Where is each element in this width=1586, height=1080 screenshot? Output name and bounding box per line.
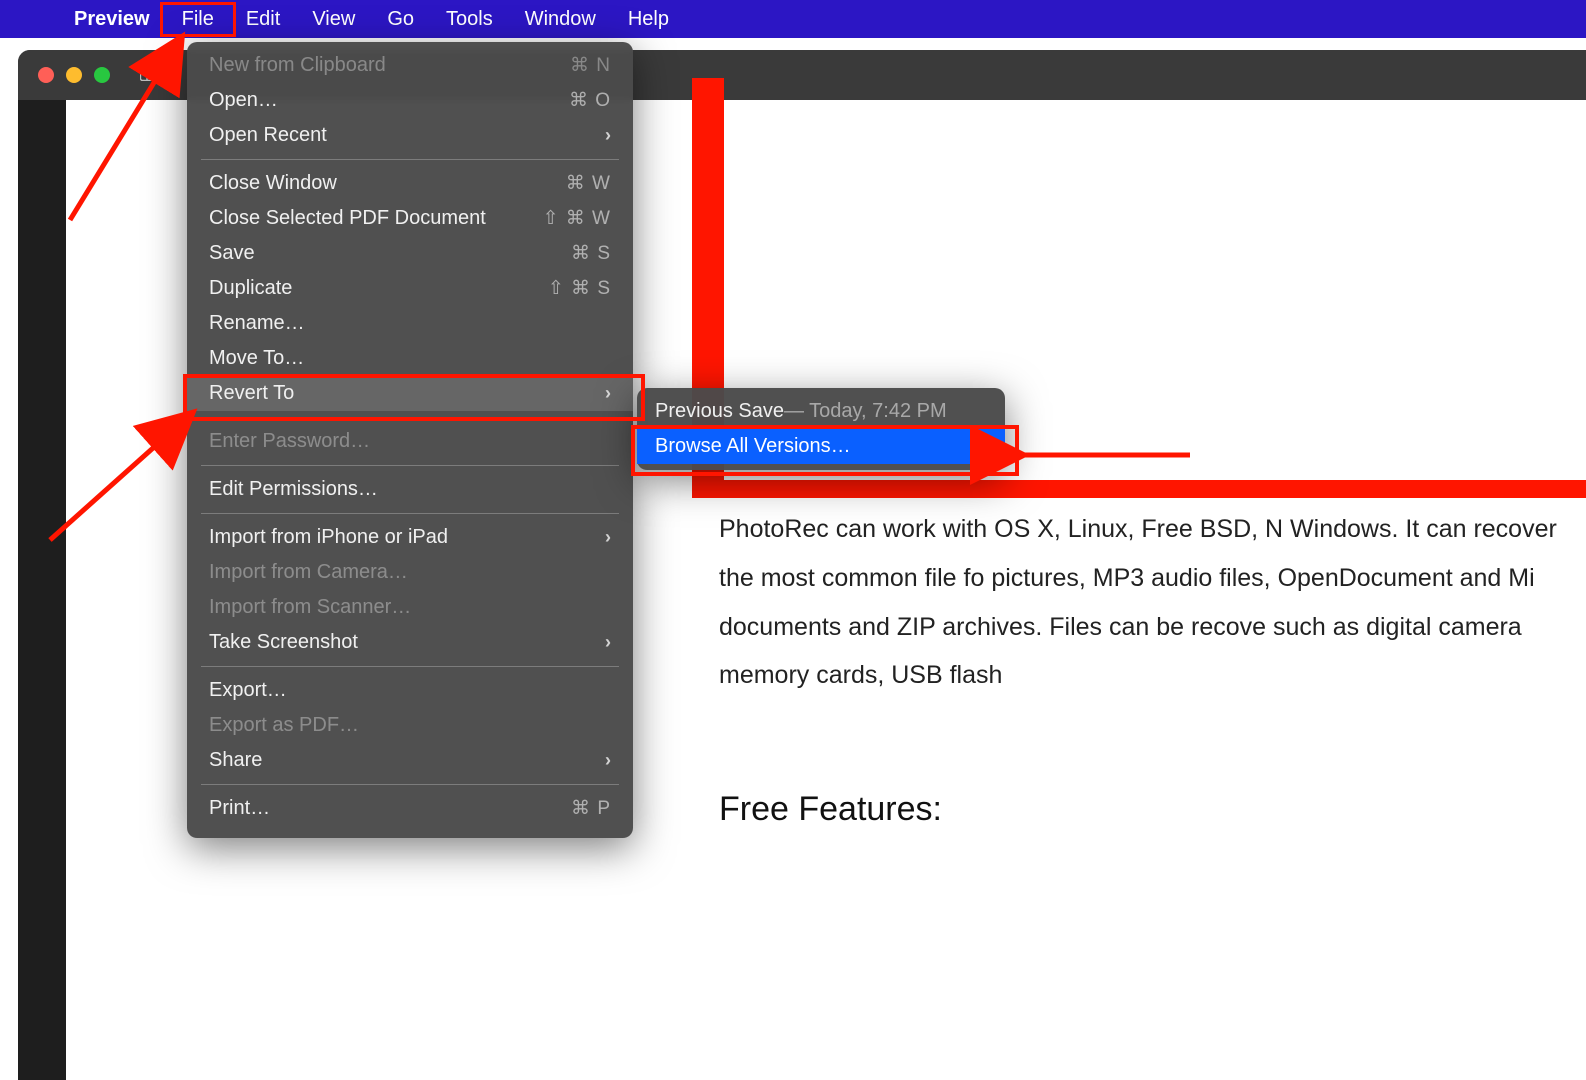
menu-view[interactable]: View: [296, 2, 371, 37]
menu-separator: [201, 465, 619, 466]
menu-item-label: Revert To: [209, 382, 294, 405]
menu-item-close-selected-pdf-document[interactable]: Close Selected PDF Document ⇧ ⌘ W: [187, 201, 633, 236]
chevron-right-icon: ›: [605, 750, 611, 771]
menu-item-shortcut: ⌘ O: [569, 89, 611, 112]
menu-go[interactable]: Go: [371, 2, 430, 37]
menu-item-revert-to[interactable]: Revert To ›: [187, 376, 633, 411]
document-heading: Free Features:: [719, 790, 942, 829]
revert-to-submenu: Previous Save — Today, 7:42 PM Browse Al…: [637, 388, 1005, 470]
menu-item-duplicate[interactable]: Duplicate ⇧ ⌘ S: [187, 271, 633, 306]
menu-item-share[interactable]: Share ›: [187, 743, 633, 778]
menu-item-label: Import from Camera…: [209, 561, 408, 584]
menu-item-shortcut: ⌘ P: [571, 797, 611, 820]
submenu-previous-save-detail: — Today, 7:42 PM: [784, 400, 947, 423]
menu-item-label: Edit Permissions…: [209, 478, 378, 501]
document-red-border-bottom: [692, 480, 1586, 498]
menu-item-label: New from Clipboard: [209, 54, 386, 77]
chevron-right-icon: ›: [605, 383, 611, 404]
menu-separator: [201, 417, 619, 418]
menu-item-shortcut: ⇧ ⌘ W: [543, 207, 611, 230]
sidebar-toggle-icon[interactable]: [140, 65, 162, 86]
menu-item-label: Open…: [209, 89, 278, 112]
chevron-right-icon: ›: [605, 125, 611, 146]
menu-app-name[interactable]: Preview: [58, 2, 166, 37]
menu-item-label: Export as PDF…: [209, 714, 359, 737]
menu-item-shortcut: ⌘ S: [571, 242, 611, 265]
menu-item-label: Take Screenshot: [209, 631, 358, 654]
menu-item-export-as-pdf: Export as PDF…: [187, 708, 633, 743]
menu-item-label: Close Selected PDF Document: [209, 207, 486, 230]
menu-item-shortcut: ⇧ ⌘ S: [548, 277, 611, 300]
menu-separator: [201, 159, 619, 160]
menu-item-print[interactable]: Print… ⌘ P: [187, 791, 633, 826]
menu-item-edit-permissions[interactable]: Edit Permissions…: [187, 472, 633, 507]
menu-item-new-from-clipboard: New from Clipboard ⌘ N: [187, 48, 633, 83]
window-minimize-button[interactable]: [66, 67, 82, 83]
window-zoom-button[interactable]: [94, 67, 110, 83]
menu-item-shortcut: ⌘ N: [570, 54, 611, 77]
submenu-browse-label: Browse All Versions…: [655, 435, 851, 458]
menu-item-label: Duplicate: [209, 277, 292, 300]
chevron-right-icon: ›: [605, 632, 611, 653]
menu-item-move-to[interactable]: Move To…: [187, 341, 633, 376]
menu-separator: [201, 513, 619, 514]
submenu-previous-save-label: Previous Save: [655, 400, 784, 423]
menu-item-label: Share: [209, 749, 262, 772]
menu-item-label: Close Window: [209, 172, 337, 195]
menu-item-take-screenshot[interactable]: Take Screenshot ›: [187, 625, 633, 660]
menu-item-export[interactable]: Export…: [187, 673, 633, 708]
menu-separator: [201, 784, 619, 785]
menu-item-open[interactable]: Open… ⌘ O: [187, 83, 633, 118]
document-body-text: PhotoRec can work with OS X, Linux, Free…: [719, 505, 1586, 700]
menu-item-rename[interactable]: Rename…: [187, 306, 633, 341]
menu-item-close-window[interactable]: Close Window ⌘ W: [187, 166, 633, 201]
window-close-button[interactable]: [38, 67, 54, 83]
menu-item-import-from-scanner: Import from Scanner…: [187, 590, 633, 625]
menu-item-label: Import from iPhone or iPad: [209, 526, 448, 549]
menu-item-label: Import from Scanner…: [209, 596, 411, 619]
menu-help[interactable]: Help: [612, 2, 685, 37]
menu-tools[interactable]: Tools: [430, 2, 509, 37]
sidebar-strip: [18, 100, 66, 1080]
menu-item-label: Enter Password…: [209, 430, 370, 453]
menu-file[interactable]: File: [166, 2, 230, 37]
menu-item-enter-password: Enter Password…: [187, 424, 633, 459]
submenu-previous-save[interactable]: Previous Save — Today, 7:42 PM: [637, 394, 1005, 429]
macos-menubar: Preview File Edit View Go Tools Window H…: [0, 0, 1586, 38]
file-menu-dropdown: New from Clipboard ⌘ N Open… ⌘ O Open Recent…: [187, 42, 633, 838]
menu-item-label: Move To…: [209, 347, 304, 370]
menu-item-label: Save: [209, 242, 255, 265]
submenu-browse-all-versions[interactable]: Browse All Versions…: [637, 429, 1005, 464]
menu-item-label: Print…: [209, 797, 270, 820]
menu-item-save[interactable]: Save ⌘ S: [187, 236, 633, 271]
chevron-right-icon: ›: [605, 527, 611, 548]
menu-item-open-recent[interactable]: Open Recent ›: [187, 118, 633, 153]
menu-window[interactable]: Window: [509, 2, 612, 37]
menu-item-import-from-camera: Import from Camera…: [187, 555, 633, 590]
menu-edit[interactable]: Edit: [230, 2, 296, 37]
menu-item-label: Export…: [209, 679, 287, 702]
menu-item-shortcut: ⌘ W: [566, 172, 611, 195]
menu-item-import-from-iphone-or-ipad[interactable]: Import from iPhone or iPad ›: [187, 520, 633, 555]
menu-item-label: Rename…: [209, 312, 305, 335]
menu-item-label: Open Recent: [209, 124, 327, 147]
menu-separator: [201, 666, 619, 667]
